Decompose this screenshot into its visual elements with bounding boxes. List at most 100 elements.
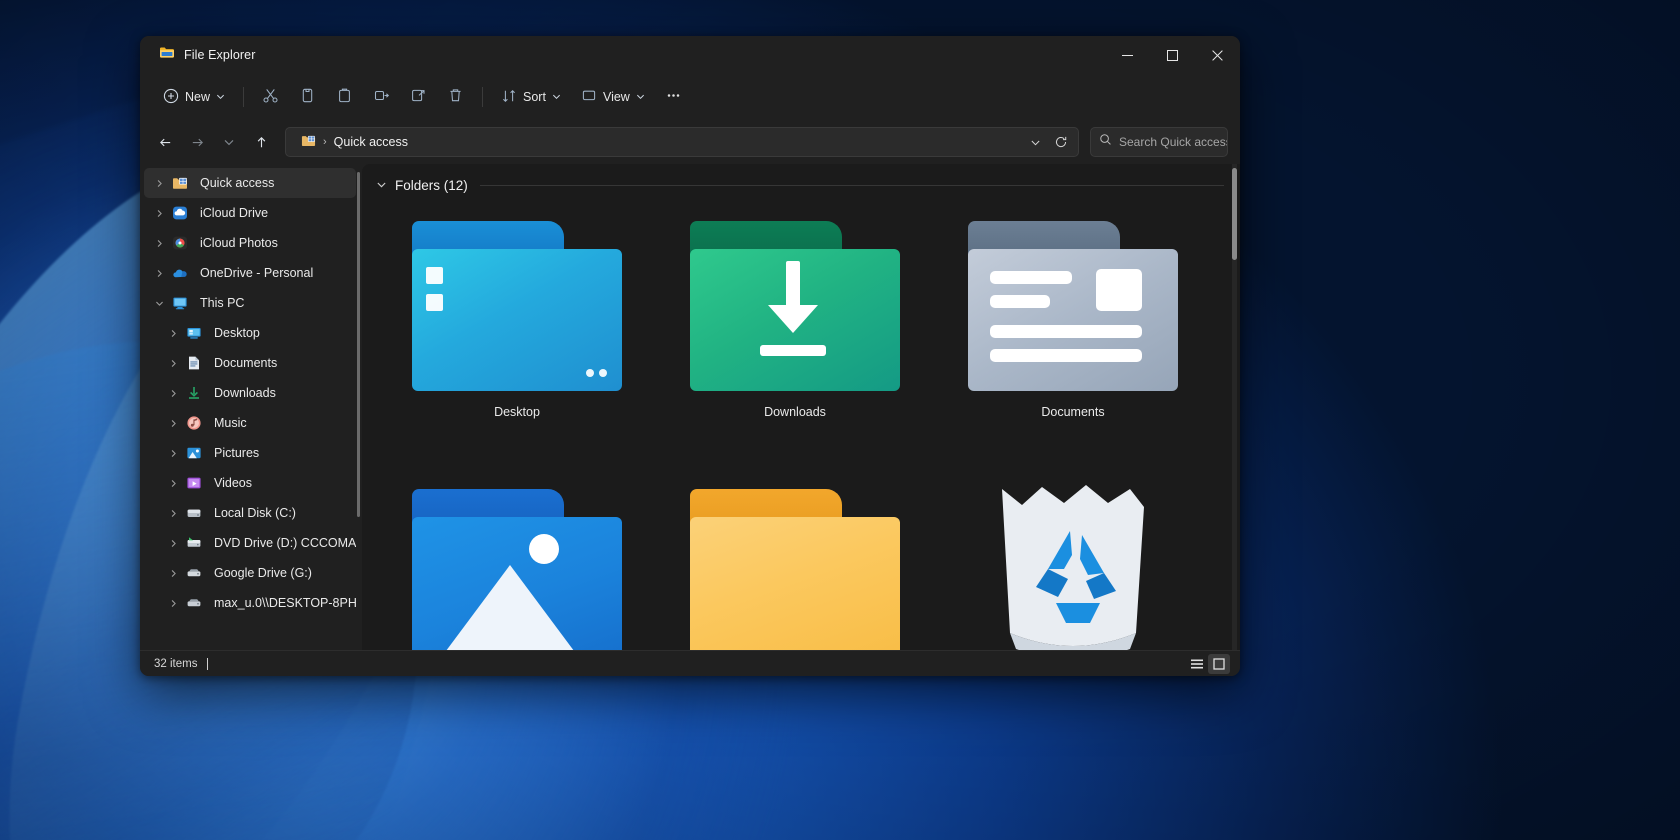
view-button[interactable]: View (572, 81, 654, 113)
chevron-down-icon[interactable] (376, 179, 387, 193)
rename-button[interactable] (364, 81, 399, 113)
sidebar-item-onedrive-personal[interactable]: OneDrive - Personal (144, 258, 356, 288)
chevron-right-icon[interactable] (166, 569, 181, 578)
share-button[interactable] (401, 81, 436, 113)
sidebar-item-icloud-photos[interactable]: iCloud Photos (144, 228, 356, 258)
sidebar-item-label: Desktop (214, 326, 260, 340)
window-title: File Explorer (184, 48, 256, 62)
address-bar[interactable]: › Quick access (285, 127, 1079, 157)
chevron-right-icon[interactable] (166, 329, 181, 338)
chevron-right-icon[interactable] (166, 509, 181, 518)
sidebar-item-label: DVD Drive (D:) CCCOMA_X64FR (214, 536, 356, 550)
item-count-label: 32 items (154, 657, 198, 670)
address-dropdown-button[interactable] (1022, 129, 1048, 155)
sidebar-item-music[interactable]: Music (144, 408, 356, 438)
sidebar-item-dvd-drive-d-cccoma-x64fr[interactable]: DVD Drive (D:) CCCOMA_X64FR (144, 528, 356, 558)
forward-button[interactable] (182, 127, 212, 157)
new-button-label: New (185, 90, 211, 104)
chevron-right-icon[interactable] (166, 419, 181, 428)
pictures-icon (185, 444, 203, 462)
navigation-pane[interactable]: Quick access iCloud Drive iCloud Photos One… (140, 164, 362, 650)
content-pane[interactable]: Folders (12) Desktop Downloads Documents (362, 164, 1240, 650)
chevron-down-icon (636, 90, 645, 104)
sidebar-item-label: Pictures (214, 446, 260, 460)
sort-icon (501, 88, 517, 107)
sidebar-item-label: iCloud Drive (200, 206, 269, 220)
search-input[interactable]: Search Quick access (1119, 135, 1227, 149)
cut-button[interactable] (253, 81, 288, 113)
quick-access-icon (301, 133, 316, 151)
folder-tile-documents[interactable]: Documents (934, 209, 1212, 471)
view-icon (581, 88, 597, 107)
chevron-right-icon[interactable] (166, 359, 181, 368)
downloads-folder-icon (690, 215, 900, 391)
more-options-button[interactable] (656, 81, 691, 113)
sidebar-item-label: Videos (214, 476, 252, 490)
toolbar-divider-1 (243, 87, 245, 107)
title-bar[interactable]: File Explorer (140, 36, 1240, 74)
sidebar-item-videos[interactable]: Videos (144, 468, 356, 498)
copy-button[interactable] (290, 81, 325, 113)
chevron-right-icon[interactable] (152, 179, 167, 188)
chevron-right-icon[interactable] (166, 539, 181, 548)
icloud-photos-icon (171, 234, 189, 252)
folder-tile-downloads[interactable]: Downloads (656, 209, 934, 471)
navigation-scrollbar[interactable] (357, 172, 360, 517)
sidebar-item-this-pc[interactable]: This PC (144, 288, 356, 318)
chevron-right-icon[interactable] (152, 209, 167, 218)
folder-tile-recycle-bin[interactable]: Recycle Bin (934, 477, 1212, 650)
paste-icon (336, 87, 353, 107)
folder-tile-label: Desktop (494, 405, 540, 419)
chevron-right-icon[interactable] (166, 599, 181, 608)
navigation-list: Quick access iCloud Drive iCloud Photos One… (140, 168, 362, 618)
chevron-right-icon[interactable] (152, 269, 167, 278)
recent-locations-button[interactable] (214, 127, 244, 157)
new-button[interactable]: New (154, 81, 234, 113)
window-body: Quick access iCloud Drive iCloud Photos One… (140, 164, 1240, 650)
delete-button[interactable] (438, 81, 473, 113)
file-explorer-window: File Explorer New Sort View › Quick acce… (140, 36, 1240, 676)
downloads-icon (185, 384, 203, 402)
sidebar-item-label: Documents (214, 356, 278, 370)
desktop-folder-icon (412, 215, 622, 391)
chevron-right-icon[interactable] (166, 389, 181, 398)
title-bar-left: File Explorer (140, 45, 255, 66)
sort-button[interactable]: Sort (492, 81, 570, 113)
chevron-down-icon[interactable] (152, 299, 167, 308)
chevron-right-icon[interactable] (152, 239, 167, 248)
sidebar-item-google-drive-g[interactable]: Google Drive (G:) (144, 558, 356, 588)
sidebar-item-max-u-0-desktop-8phhan9[interactable]: max_u.0\\DESKTOP-8PHHAN9\( (144, 588, 356, 618)
minimize-button[interactable] (1105, 36, 1150, 74)
sidebar-item-downloads[interactable]: Downloads (144, 378, 356, 408)
maximize-button[interactable] (1150, 36, 1195, 74)
refresh-button[interactable] (1048, 129, 1074, 155)
folder-tile-desktop[interactable]: Desktop (378, 209, 656, 471)
toolbar-divider-2 (482, 87, 484, 107)
list-view-button[interactable] (1186, 654, 1208, 674)
view-button-label: View (602, 90, 630, 104)
sidebar-item-icloud-drive[interactable]: iCloud Drive (144, 198, 356, 228)
dvd-drive-icon (185, 534, 203, 552)
sidebar-item-quick-access[interactable]: Quick access (144, 168, 356, 198)
folder-tile-pictures[interactable]: Pictures (378, 477, 656, 650)
rename-icon (373, 87, 390, 107)
back-button[interactable] (150, 127, 180, 157)
breadcrumb-label: Quick access (333, 135, 409, 149)
paste-button[interactable] (327, 81, 362, 113)
sidebar-item-local-disk-c[interactable]: Local Disk (C:) (144, 498, 356, 528)
search-box[interactable]: Search Quick access (1090, 127, 1228, 157)
chevron-right-icon[interactable] (166, 479, 181, 488)
up-button[interactable] (246, 127, 276, 157)
content-scrollbar-thumb[interactable] (1232, 168, 1237, 260)
tile-view-button[interactable] (1208, 653, 1230, 674)
folder-tile-music[interactable]: Music (656, 477, 934, 650)
folders-group-header[interactable]: Folders (12) (362, 164, 1240, 193)
sidebar-item-documents[interactable]: Documents (144, 348, 356, 378)
close-button[interactable] (1195, 36, 1240, 74)
chevron-right-icon[interactable] (166, 449, 181, 458)
sidebar-item-desktop[interactable]: Desktop (144, 318, 356, 348)
breadcrumb[interactable]: › Quick access (296, 131, 413, 153)
share-icon (410, 87, 427, 107)
group-divider (479, 185, 1224, 186)
sidebar-item-pictures[interactable]: Pictures (144, 438, 356, 468)
